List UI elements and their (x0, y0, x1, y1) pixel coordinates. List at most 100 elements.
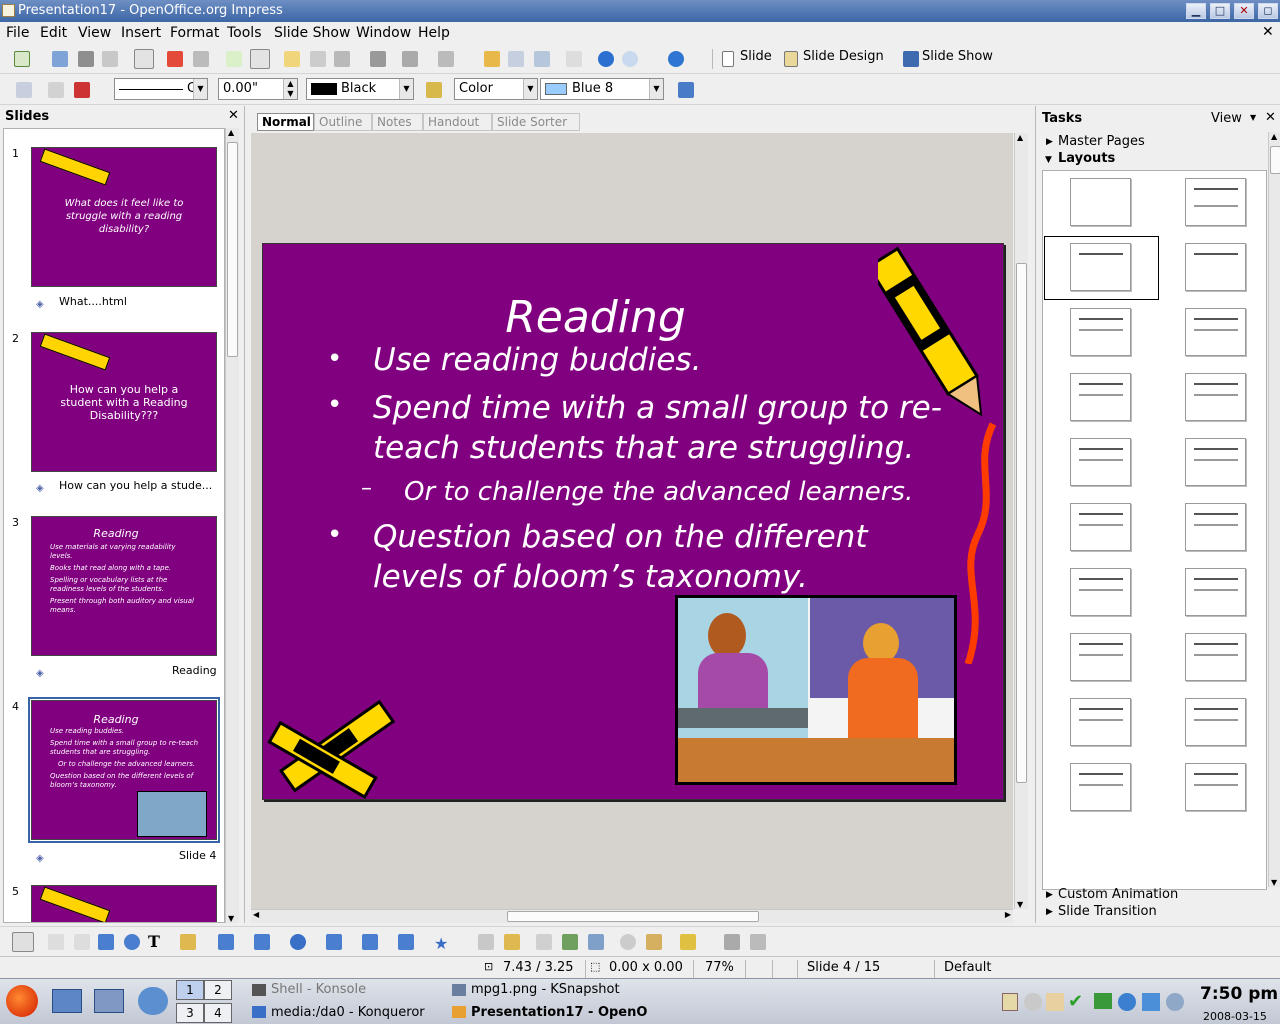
desktop-pager-2[interactable]: 2 (204, 980, 232, 1000)
fontwork-icon[interactable] (536, 934, 552, 950)
scroll-thumb[interactable] (507, 911, 759, 922)
navigator-icon[interactable] (598, 51, 614, 67)
arrange-icon[interactable] (680, 934, 696, 950)
grid-icon[interactable] (566, 51, 582, 67)
bullet-3-line-2[interactable]: levels of bloom’s taxonomy. (373, 557, 808, 597)
ellipse-tool-icon[interactable] (124, 934, 140, 950)
systray-card-icon[interactable] (1046, 993, 1064, 1011)
menu-format[interactable]: Format (170, 25, 219, 41)
task-konsole[interactable]: Shell - Konsole (271, 982, 366, 997)
arrow-style-icon[interactable] (74, 82, 90, 98)
layout-option[interactable] (1070, 308, 1131, 356)
view-menu-arrow-icon[interactable]: ▼ (1250, 113, 1256, 122)
menu-file[interactable]: File (6, 25, 29, 41)
flowchart-icon[interactable] (362, 934, 378, 950)
layout-option[interactable] (1185, 178, 1246, 226)
close-button[interactable]: ✕ (1234, 3, 1254, 19)
classroom-clipart-image[interactable] (675, 595, 957, 785)
edit-file-icon[interactable] (134, 49, 154, 69)
shadow-icon[interactable] (678, 82, 694, 98)
new-document-icon[interactable] (14, 51, 30, 67)
systray-sound-icon[interactable] (1166, 993, 1184, 1011)
scroll-down-icon[interactable]: ▼ (1017, 900, 1023, 909)
desktop-pager-1[interactable]: 1 (176, 980, 204, 1000)
scroll-up-icon[interactable]: ▲ (1017, 133, 1023, 142)
layout-option[interactable] (1070, 438, 1131, 486)
email-icon[interactable] (102, 51, 118, 67)
systray-check-icon[interactable]: ✔ (1068, 991, 1083, 1012)
slide-thumbnail-5[interactable] (31, 885, 217, 922)
layout-option[interactable] (1185, 243, 1246, 291)
slide-show-button[interactable]: Slide Show (922, 49, 993, 64)
clone-format-icon[interactable] (370, 51, 386, 67)
points-icon[interactable] (478, 934, 494, 950)
layout-option[interactable] (1070, 178, 1131, 226)
expand-icon[interactable]: ▶ (1046, 137, 1053, 147)
layout-option[interactable] (1070, 633, 1131, 681)
open-icon[interactable] (52, 51, 68, 67)
layout-option[interactable] (1185, 698, 1246, 746)
bullet-1[interactable]: Use reading buddies. (373, 340, 701, 380)
autospellcheck-icon[interactable] (250, 49, 270, 69)
area-style-select[interactable]: Color ▼ (454, 78, 538, 100)
slide-design-icon[interactable] (784, 51, 798, 67)
tab-outline[interactable]: Outline (314, 113, 372, 131)
select-arrow-icon[interactable] (12, 932, 34, 952)
close-document-icon[interactable]: ✕ (1262, 24, 1274, 40)
callouts-icon[interactable] (398, 934, 414, 950)
network-icon[interactable] (138, 987, 168, 1015)
editor-vertical-scrollbar[interactable]: ▲ ▼ (1014, 133, 1028, 909)
scroll-down-icon[interactable]: ▼ (1271, 878, 1277, 887)
systray-network-icon[interactable] (1024, 993, 1042, 1011)
custom-animation-section[interactable]: Custom Animation (1058, 887, 1178, 902)
collapse-icon[interactable]: ▼ (1045, 155, 1052, 165)
systray-update-icon[interactable] (1142, 993, 1160, 1011)
line-color-select[interactable]: Black ▼ (306, 78, 414, 100)
export-pdf-icon[interactable] (167, 51, 183, 67)
rectangle-tool-icon[interactable] (98, 934, 114, 950)
app-icon[interactable] (2, 4, 15, 17)
alignment-icon[interactable] (646, 934, 662, 950)
clock-time[interactable]: 7:50 pm (1200, 984, 1278, 1004)
systray-display-icon[interactable] (1094, 993, 1112, 1009)
scroll-thumb[interactable] (1270, 146, 1280, 174)
chart-icon[interactable] (484, 51, 500, 67)
help-icon[interactable] (668, 51, 684, 67)
systray-globe-icon[interactable] (1118, 993, 1136, 1011)
layout-option[interactable] (1070, 763, 1131, 811)
desktop-pager-3[interactable]: 3 (176, 1003, 204, 1023)
tab-handout[interactable]: Handout (423, 113, 492, 131)
curve-tool-icon[interactable] (180, 934, 196, 950)
slide-transition-section[interactable]: Slide Transition (1058, 904, 1157, 919)
layout-option[interactable] (1185, 503, 1246, 551)
layout-option[interactable] (1185, 633, 1246, 681)
slide-thumbnail-3[interactable]: Reading Use materials at varying readabi… (31, 516, 217, 656)
menu-slide-show[interactable]: Slide Show (274, 25, 350, 41)
display-grid-icon[interactable] (534, 51, 550, 67)
kde-menu-icon[interactable] (6, 985, 38, 1017)
task-ksnapshot[interactable]: mpg1.png - KSnapshot (471, 982, 620, 997)
slide-design-button[interactable]: Slide Design (803, 49, 884, 64)
editor-horizontal-scrollbar[interactable]: ◀ ▶ (251, 909, 1013, 923)
new-slide-icon[interactable] (722, 51, 734, 67)
tab-normal[interactable]: Normal (257, 113, 314, 131)
area-color-select[interactable]: Blue 8 ▼ (540, 78, 664, 100)
arrow-line-tool-icon[interactable] (74, 934, 90, 950)
menu-insert[interactable]: Insert (121, 25, 161, 41)
glue-points-icon[interactable] (504, 934, 520, 950)
layout-option[interactable] (1070, 243, 1131, 291)
line-width-field[interactable]: 0.00" ▲ ▼ (218, 78, 298, 100)
bullet-3-line-1[interactable]: Question based on the different (373, 517, 868, 557)
paste-icon[interactable] (334, 51, 350, 67)
slide-4[interactable]: Reading • Use reading buddies. • Spend t… (262, 243, 1004, 800)
task-konqueror[interactable]: media:/da0 - Konqueror (271, 1005, 425, 1020)
scroll-left-icon[interactable]: ◀ (253, 910, 259, 919)
interaction-icon[interactable] (750, 934, 766, 950)
tasks-view-menu[interactable]: View (1211, 111, 1242, 126)
bullet-2-line-2[interactable]: teach students that are struggling. (373, 428, 914, 468)
desktop-pager-4[interactable]: 4 (204, 1003, 232, 1023)
tab-slide-sorter[interactable]: Slide Sorter (492, 113, 580, 131)
layouts-section[interactable]: Layouts (1058, 151, 1115, 166)
stars-icon[interactable]: ★ (434, 934, 450, 953)
styles-icon[interactable] (16, 82, 32, 98)
